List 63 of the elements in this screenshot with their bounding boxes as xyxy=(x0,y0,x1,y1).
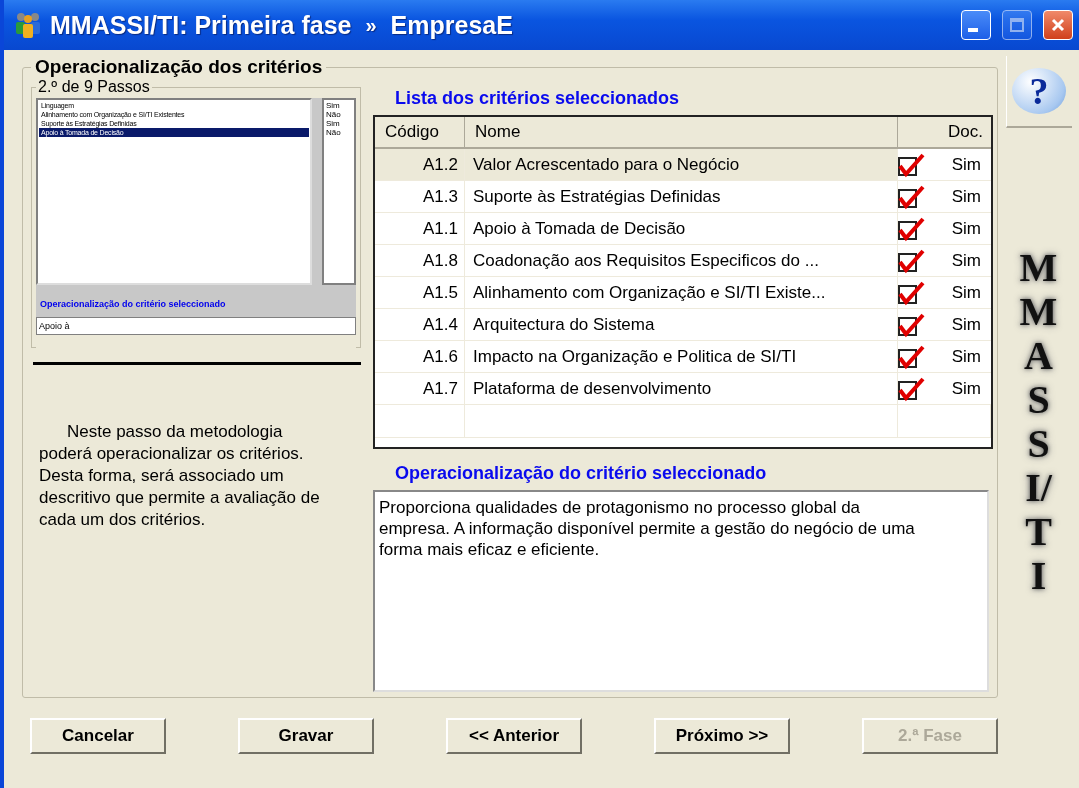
table-cell[interactable]: Suporte às Estratégias Definidas xyxy=(465,181,898,213)
table-cell[interactable]: A1.4 xyxy=(375,309,465,341)
table-cell[interactable]: Arquitectura do Sistema xyxy=(465,309,898,341)
preview-value: Sim xyxy=(326,101,341,110)
table-cell[interactable]: A1.1 xyxy=(375,213,465,245)
close-button[interactable] xyxy=(1043,10,1073,40)
table-cell[interactable]: Impacto na Organização e Politica de SI/TI xyxy=(465,341,898,373)
table-cell[interactable]: A1.8 xyxy=(375,245,465,277)
window-subtitle: EmpresaE xyxy=(390,10,513,40)
list-title: Lista dos critérios seleccionados xyxy=(394,88,681,110)
action-button[interactable]: Gravar xyxy=(238,718,374,754)
doc-value: Sim xyxy=(951,154,981,175)
table-cell[interactable]: A1.3 xyxy=(375,181,465,213)
table-cell[interactable]: A1.2 xyxy=(375,149,465,181)
preview-field: Apoio à xyxy=(36,317,356,335)
close-icon xyxy=(1049,16,1067,34)
checkbox[interactable] xyxy=(896,215,926,242)
action-button[interactable]: << Anterior xyxy=(446,718,582,754)
help-button[interactable]: ? xyxy=(1005,56,1072,128)
preview-value: Não xyxy=(326,128,342,137)
title-separator: » xyxy=(365,13,377,37)
table-cell[interactable]: Coadonação aos Requisitos Especificos do ... xyxy=(465,245,898,277)
checkbox[interactable] xyxy=(896,279,926,306)
help-label: ? xyxy=(1012,68,1066,114)
doc-value: Sim xyxy=(951,282,981,303)
table-cell[interactable]: Plataforma de desenvolvimento xyxy=(465,373,898,405)
preview-value: Sim xyxy=(326,119,341,128)
detail-title: Operacionalização do critério seleccionado xyxy=(394,462,768,485)
doc-value: Sim xyxy=(951,314,981,335)
people-icon xyxy=(14,11,42,39)
table-cell[interactable]: A1.5 xyxy=(375,277,465,309)
table-cell[interactable]: Apoio à Tomada de Decisão xyxy=(465,213,898,245)
checkbox[interactable] xyxy=(896,183,926,210)
preview-caption: Operacionalização do critério seleccionado xyxy=(36,285,356,317)
steps-title: 2.º de 9 Passos xyxy=(37,78,151,96)
column-header[interactable]: Doc. xyxy=(898,117,991,149)
detail-text-area[interactable]: Proporciona qualidades de protagonismo no processo global da empresa. A informação disponível permite a gestão do negócio de uma forma mais eficaz e eficiente. xyxy=(373,490,989,692)
checkbox[interactable] xyxy=(896,151,926,178)
action-button[interactable]: Cancelar xyxy=(30,718,166,754)
action-button[interactable]: Próximo >> xyxy=(654,718,790,754)
table-cell[interactable]: A1.6 xyxy=(375,341,465,373)
table-cell[interactable]: A1.7 xyxy=(375,373,465,405)
column-header[interactable]: Código xyxy=(375,117,465,149)
doc-value: Sim xyxy=(951,250,981,271)
doc-value: Sim xyxy=(951,378,981,399)
minimize-icon xyxy=(968,28,978,32)
doc-value: Sim xyxy=(951,346,981,367)
window-title: MMASSI/TI: Primeira fase xyxy=(50,10,352,40)
minimize-button[interactable] xyxy=(961,10,991,40)
preview-value: Não xyxy=(326,110,342,119)
doc-value: Sim xyxy=(951,218,981,239)
step-description: Neste passo da metodologia poderá operacionalizar os critérios. Desta forma, será associado um descritivo que permite a avaliação de cada um dos critérios. xyxy=(38,421,321,531)
checkbox[interactable] xyxy=(896,343,926,370)
table-cell[interactable]: Alinhamento com Organização e SI/TI Existe... xyxy=(465,277,898,309)
group-title: Operacionalização dos critérios xyxy=(34,56,324,78)
checkbox[interactable] xyxy=(896,247,926,274)
doc-value: Sim xyxy=(951,186,981,207)
checkbox[interactable] xyxy=(896,311,926,338)
checkbox[interactable] xyxy=(896,375,926,402)
maximize-icon xyxy=(1008,16,1026,34)
table-cell[interactable]: Valor Acrescentado para o Negócio xyxy=(465,149,898,181)
column-header[interactable]: Nome xyxy=(465,117,898,149)
logo-text: MMASSI/TI xyxy=(1018,246,1059,598)
